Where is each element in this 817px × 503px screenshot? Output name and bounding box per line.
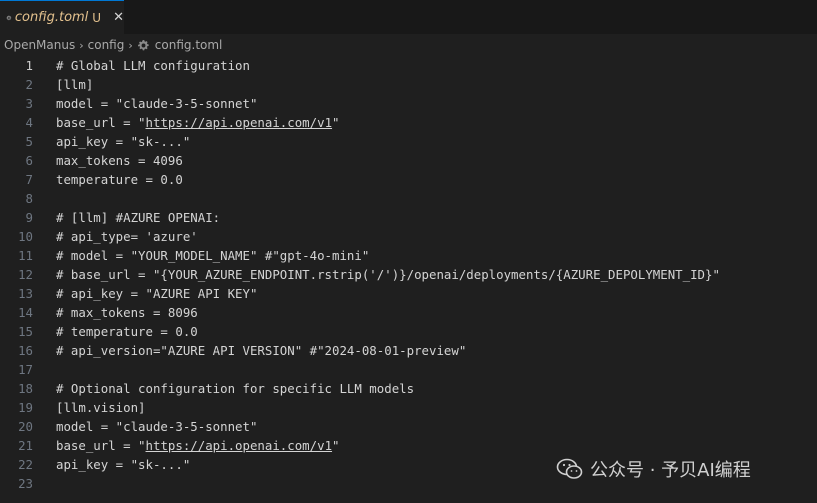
code-segment: base_url = " xyxy=(56,115,146,130)
code-line[interactable]: 20 model = "claude-3-5-sonnet" xyxy=(0,417,817,436)
code-text: # api_type= 'azure' xyxy=(56,229,198,244)
breadcrumb-item-openmanus[interactable]: OpenManus xyxy=(4,38,75,52)
code-line[interactable]: 15 # temperature = 0.0 xyxy=(0,322,817,341)
code-text: # max_tokens = 8096 xyxy=(56,305,198,320)
watermark-text: 公众号 · 予贝AI编程 xyxy=(590,460,751,481)
watermark: 公众号 · 予贝AI编程 xyxy=(556,455,751,483)
code-line[interactable]: 7 temperature = 0.0 xyxy=(0,170,817,189)
code-line[interactable]: 17 xyxy=(0,360,817,379)
code-text: [llm.vision] xyxy=(56,400,146,415)
breadcrumb-item-config-toml[interactable]: config.toml xyxy=(155,38,223,52)
gear-icon xyxy=(137,39,149,50)
code-line[interactable]: 19 [llm.vision] xyxy=(0,398,817,417)
modified-indicator: U xyxy=(92,10,102,25)
code-line[interactable]: 5 api_key = "sk-..." xyxy=(0,132,817,151)
line-number: 18 xyxy=(18,381,33,396)
line-number: 12 xyxy=(18,267,33,282)
code-line[interactable]: 6 max_tokens = 4096 xyxy=(0,151,817,170)
code-line[interactable]: 14 # max_tokens = 8096 xyxy=(0,303,817,322)
tab-label: config.toml xyxy=(14,10,89,25)
code-text: api_key = "sk-..." xyxy=(56,457,191,472)
code-text: base_url = "https://api.openai.com/v1" xyxy=(56,113,340,132)
line-number: 17 xyxy=(18,362,33,377)
line-number: 9 xyxy=(25,210,33,225)
code-line[interactable]: 3 model = "claude-3-5-sonnet" xyxy=(0,94,817,113)
line-number: 7 xyxy=(25,172,33,187)
line-number: 6 xyxy=(25,153,33,168)
code-text: temperature = 0.0 xyxy=(56,172,183,187)
code-text: # Optional configuration for specific LL… xyxy=(56,381,415,396)
gear-icon xyxy=(6,15,12,20)
url-link[interactable]: https://api.openai.com/v1 xyxy=(146,438,333,453)
tab-config-toml[interactable]: config.toml U ✕ xyxy=(0,0,124,34)
code-segment: " xyxy=(332,438,340,453)
code-segment: base_url = " xyxy=(56,438,146,453)
chevron-right-icon: › xyxy=(79,38,84,52)
code-text: # base_url = "{YOUR_AZURE_ENDPOINT.rstri… xyxy=(56,267,720,282)
line-number: 23 xyxy=(18,476,33,491)
breadcrumb-item-config[interactable]: config xyxy=(88,38,125,52)
code-line[interactable]: 8 xyxy=(0,189,817,208)
code-text: api_key = "sk-..." xyxy=(56,134,191,149)
code-text: # model = "YOUR_MODEL_NAME" #"gpt-4o-min… xyxy=(56,248,370,263)
wechat-icon xyxy=(556,458,583,479)
line-number: 1 xyxy=(25,58,33,73)
line-number: 20 xyxy=(18,419,33,434)
line-number: 8 xyxy=(25,191,33,206)
line-number: 19 xyxy=(18,400,33,415)
code-text: max_tokens = 4096 xyxy=(56,153,183,168)
code-text: [llm] xyxy=(56,77,94,92)
line-number: 2 xyxy=(25,77,33,92)
line-number: 22 xyxy=(18,457,33,472)
code-line[interactable]: 9 # [llm] #AZURE OPENAI: xyxy=(0,208,817,227)
code-line[interactable]: 18 # Optional configuration for specific … xyxy=(0,379,817,398)
line-number: 21 xyxy=(18,438,33,453)
code-text: model = "claude-3-5-sonnet" xyxy=(56,96,258,111)
line-number: 14 xyxy=(18,305,33,320)
code-text: # Global LLM configuration xyxy=(56,58,250,73)
code-line[interactable]: 13 # api_key = "AZURE API KEY" xyxy=(0,284,817,303)
tab-bar: config.toml U ✕ xyxy=(0,0,817,34)
line-number: 13 xyxy=(18,286,33,301)
code-text: base_url = "https://api.openai.com/v1" xyxy=(56,436,340,455)
line-number: 10 xyxy=(18,229,33,244)
url-link[interactable]: https://api.openai.com/v1 xyxy=(146,115,333,130)
code-line[interactable]: 10 # api_type= 'azure' xyxy=(0,227,817,246)
line-number: 4 xyxy=(25,115,33,130)
code-line[interactable]: 11 # model = "YOUR_MODEL_NAME" #"gpt-4o-m… xyxy=(0,246,817,265)
code-line[interactable]: 12 # base_url = "{YOUR_AZURE_ENDPOINT.rst… xyxy=(0,265,817,284)
line-number: 11 xyxy=(18,248,33,263)
code-editor[interactable]: 1 # Global LLM configuration 2 [llm] 3 model … xyxy=(0,56,817,503)
line-number: 16 xyxy=(18,343,33,358)
code-line[interactable]: 16 # api_version="AZURE API VERSION" #"20… xyxy=(0,341,817,360)
code-text: # api_version="AZURE API VERSION" #"2024… xyxy=(56,343,467,358)
code-line[interactable]: 1 # Global LLM configuration xyxy=(0,56,817,75)
code-line[interactable]: 4 base_url = "https://api.openai.com/v1" xyxy=(0,113,817,132)
code-text: model = "claude-3-5-sonnet" xyxy=(56,419,258,434)
code-segment: " xyxy=(332,115,340,130)
close-icon[interactable]: ✕ xyxy=(113,10,124,25)
line-number: 15 xyxy=(18,324,33,339)
line-number: 5 xyxy=(25,134,33,149)
code-text: # [llm] #AZURE OPENAI: xyxy=(56,210,221,225)
breadcrumb: OpenManus › config › config.toml xyxy=(0,34,817,56)
code-text: # api_key = "AZURE API KEY" xyxy=(56,286,258,301)
code-text: # temperature = 0.0 xyxy=(56,324,198,339)
line-number: 3 xyxy=(25,96,33,111)
code-line[interactable]: 21 base_url = "https://api.openai.com/v1" xyxy=(0,436,817,455)
code-line[interactable]: 2 [llm] xyxy=(0,75,817,94)
chevron-right-icon: › xyxy=(128,38,133,52)
